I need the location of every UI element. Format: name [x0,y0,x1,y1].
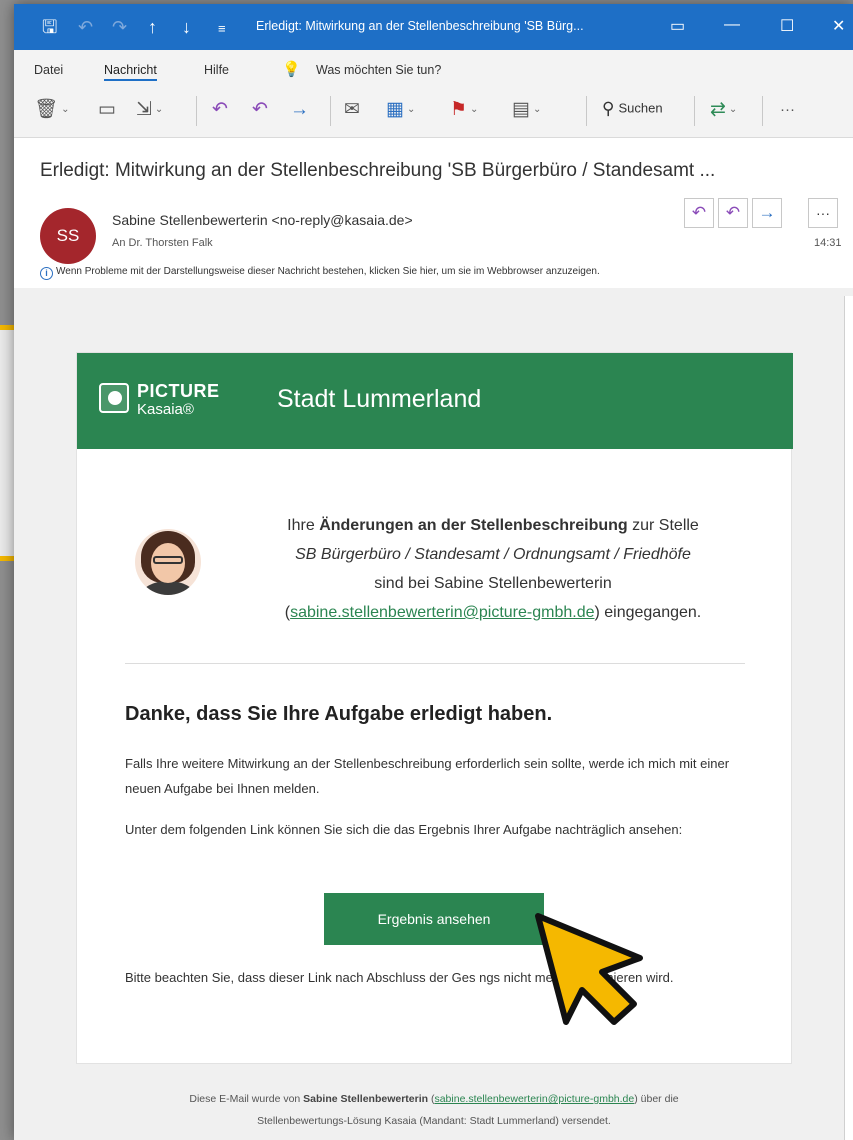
paragraph-3: Bitte beachten Sie, dass dieser Link nac… [125,970,674,985]
banner-title: Stadt Lummerland [277,385,482,413]
rules-icon[interactable]: ▤ ⌄ [512,99,541,121]
ribbon-separator [196,96,197,126]
reply-all-icon[interactable]: ↶ [252,99,268,121]
info-bar[interactable]: i Wenn Probleme mit der Darstellungsweise… [40,266,600,280]
ribbon-separator [762,96,763,126]
customize-icon[interactable]: ≡ [218,18,226,40]
tell-me-input[interactable]: Was möchten Sie tun? [316,63,441,77]
email-banner: PICTURE Kasaia® Stadt Lummerland [77,353,793,449]
down-arrow-icon[interactable]: ↓ [182,16,191,38]
menu-nachricht[interactable]: Nachricht [104,63,157,81]
menu-hilfe[interactable]: Hilfe [204,63,229,77]
redo-icon[interactable]: ↷ [112,16,127,38]
outlook-message-window: 🖫 ↶ ↷ ↑ ↓ ≡ Erledigt: Mitwirkung an der … [14,4,853,1140]
message-subject: Erledigt: Mitwirkung an der Stellenbesch… [40,160,716,181]
flag-icon[interactable]: ⚑ ⌄ [450,99,478,121]
recipient: An Dr. Thorsten Falk [112,237,213,249]
reply-button[interactable]: ↶ [684,198,714,228]
email-card: PICTURE Kasaia® Stadt Lummerland Ihre Än… [76,352,793,1064]
menu-bar: Datei Nachricht Hilfe 💡 Was möchten Sie … [14,50,853,86]
lightbulb-icon: 💡 [282,61,301,78]
forward-icon[interactable]: → [290,99,309,121]
more-options-icon[interactable]: ··· [780,99,795,121]
move-icon[interactable]: ⇲ ⌄ [136,99,163,121]
title-bar: 🖫 ↶ ↷ ↑ ↓ ≡ Erledigt: Mitwirkung an der … [14,4,853,50]
paragraph-2: Unter dem folgenden Link können Sie sich… [125,822,683,837]
pointer-cursor-icon [535,913,643,1025]
ribbon-separator [330,96,331,126]
thank-you-heading: Danke, dass Sie Ihre Aufgabe erledigt ha… [125,703,553,725]
divider [125,663,745,664]
up-arrow-icon[interactable]: ↑ [148,16,157,38]
ribbon-separator [694,96,695,126]
avatar[interactable]: SS [40,208,96,264]
undo-icon[interactable]: ↶ [78,16,93,38]
mark-read-icon[interactable]: ✉ [344,99,360,121]
delete-icon[interactable]: 🗑 ⌄ [34,99,70,121]
footer-email-link[interactable]: sabine.stellenbewerterin@picture-gmbh.de [434,1093,634,1105]
ribbon-separator [586,96,587,126]
message-time: 14:31 [814,237,842,249]
menu-datei[interactable]: Datei [34,63,63,77]
search-icon: ⚲ [602,99,615,118]
minimize-icon[interactable]: — [724,16,740,34]
more-actions-button[interactable]: ··· [808,198,838,228]
view-result-button[interactable]: Ergebnis ansehen [324,893,544,945]
sender-email-link[interactable]: sabine.stellenbewerterin@picture-gmbh.de [290,604,594,621]
intro-text: Ihre Änderungen an der Stellenbeschreibu… [284,517,702,621]
email-footer: Diese E-Mail wurde von Sabine Stellenbew… [189,1093,679,1127]
translate-icon[interactable]: ⇄ ⌄ [710,99,737,121]
reply-all-button[interactable]: ↶ [718,198,748,228]
maximize-icon[interactable]: ☐ [780,16,794,36]
forward-button[interactable]: → [752,198,782,228]
save-icon[interactable]: 🖫 [42,16,57,38]
window-title: Erledigt: Mitwirkung an der Stellenbesch… [256,19,584,33]
picture-kasaia-logo: PICTURE Kasaia® [99,379,249,425]
ribbon-toolbar: 🗑 ⌄ ▭ ⇲ ⌄ ↶ ↶ → ✉ ▦ ⌄ ⚑ ⌄ ▤ ⌄ ⚲ Suchen ⇄ ⌄ ··· [14,86,853,138]
categorize-icon[interactable]: ▦ ⌄ [386,99,415,121]
sender[interactable]: Sabine Stellenbewerterin <no-reply@kasai… [112,212,413,228]
close-icon[interactable]: ✕ [832,16,845,36]
search-button[interactable]: ⚲ Suchen [602,99,663,119]
info-icon: i [40,267,53,280]
paragraph-1: Falls Ihre weitere Mitwirkung an der Ste… [125,756,730,796]
message-header: Erledigt: Mitwirkung an der Stellenbesch… [14,138,853,288]
archive-icon[interactable]: ▭ [98,99,116,121]
sender-photo [135,529,201,595]
reply-icon[interactable]: ↶ [212,99,228,121]
layout-icon[interactable]: ▭ [670,16,685,36]
logo-icon [99,383,129,413]
scrollbar[interactable] [844,296,853,1140]
message-body: PICTURE Kasaia® Stadt Lummerland Ihre Än… [14,288,853,1140]
